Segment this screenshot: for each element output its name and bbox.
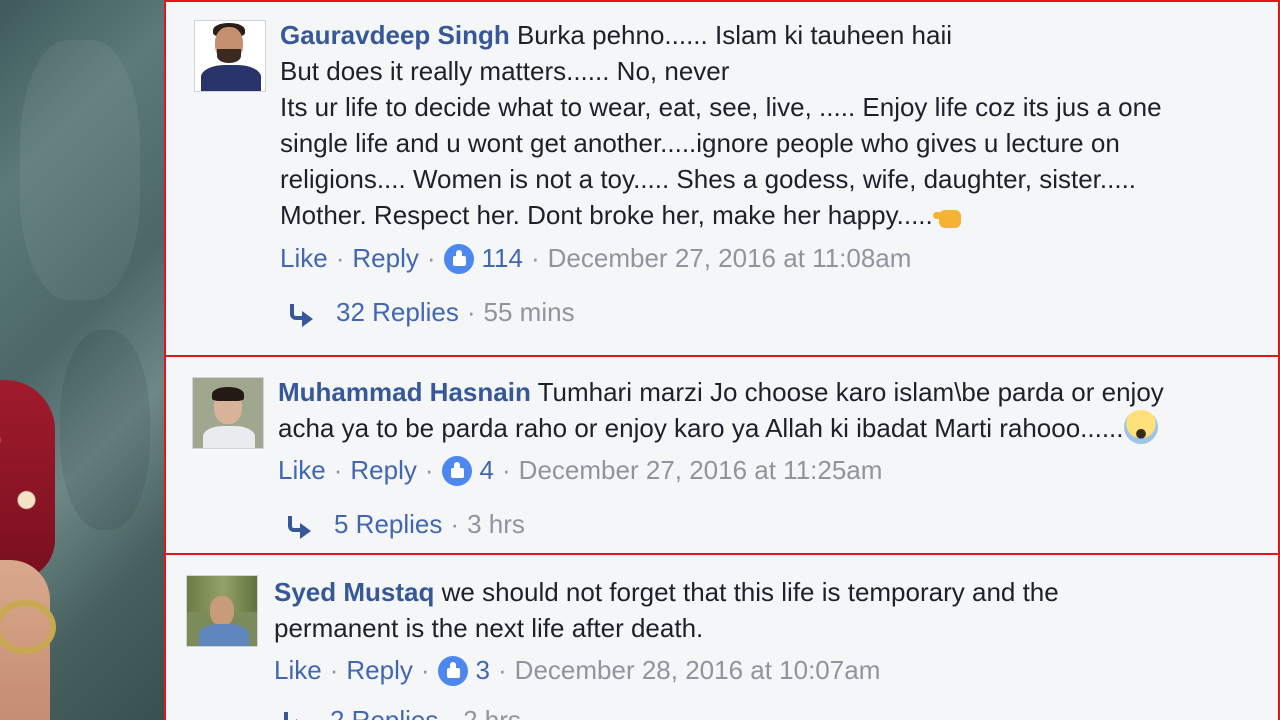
author-name[interactable]: Syed Mustaq [274,577,434,607]
comment-line: single life and u wont get another.....i… [280,128,1120,158]
comment-line: acha ya to be parda raho or enjoy karo y… [278,410,1258,446]
like-reaction-icon[interactable] [437,655,468,686]
replies-time: 2 hrs [463,705,521,720]
comment-text: Syed Mustaq we should not forget that th… [274,574,1254,646]
author-name[interactable]: Gauravdeep Singh [280,20,510,50]
comment-line-text: Mother. Respect her. Dont broke her, mak… [280,200,933,230]
comment-line: But does it really matters...... No, nev… [280,56,730,86]
separator: · [329,655,339,685]
avatar[interactable] [194,20,266,92]
view-replies-link[interactable]: 5 Replies · 3 hrs [286,509,525,540]
comment-line: permanent is the next life after death. [274,613,704,643]
reply-arrow-icon [288,302,314,327]
comment-actions: Like · Reply · 114 · December 27, 2016 a… [280,243,911,274]
comment-line-text: we should not forget that this life is t… [441,577,1059,607]
comment-timestamp[interactable]: December 27, 2016 at 11:08am [548,243,912,274]
avatar[interactable] [186,575,258,647]
separator: · [446,705,456,720]
like-count[interactable]: 4 [480,455,494,486]
reply-button[interactable]: Reply [350,455,416,486]
separator: · [466,297,476,327]
separator: · [502,455,511,485]
separator: · [333,455,343,485]
separator: · [426,243,436,273]
screaming-face-icon [1123,410,1158,444]
comment-line-text: Tumhari marzi Jo choose karo islam\be pa… [537,377,1164,407]
replies-time: 55 mins [483,297,575,327]
replies-count[interactable]: 5 Replies [334,509,442,540]
author-name[interactable]: Muhammad Hasnain [278,377,531,407]
reply-arrow-icon [286,514,312,539]
separator: · [335,243,345,273]
view-replies-link[interactable]: 32 Replies · 55 mins [288,297,575,328]
like-reaction-icon[interactable] [443,243,474,274]
reply-button[interactable]: Reply [352,243,418,274]
comment-line: Muhammad Hasnain Tumhari marzi Jo choose… [278,374,1258,410]
separator: · [530,243,540,273]
like-button[interactable]: Like [278,455,326,486]
comment-timestamp[interactable]: December 27, 2016 at 11:25am [519,455,883,486]
replies-count[interactable]: 32 Replies [336,297,459,328]
comment-timestamp[interactable]: December 28, 2016 at 10:07am [515,655,881,686]
replies-count[interactable]: 2 Replies [330,705,438,720]
comment-actions: Like · Reply · 3 · December 28, 2016 at … [274,655,880,686]
like-reaction-icon[interactable] [441,455,472,486]
separator: · [498,655,507,685]
like-count[interactable]: 3 [476,655,490,686]
separator: · [424,455,434,485]
comment-line: religions.... Women is not a toy..... Sh… [280,164,1137,194]
comment-line: Its ur life to decide what to wear, eat,… [280,92,1162,122]
comment-line: Gauravdeep Singh Burka pehno...... Islam… [280,17,1260,53]
comments-panel: Gauravdeep Singh Burka pehno...... Islam… [164,0,1280,720]
pointing-hand-icon [932,198,963,230]
view-replies-link[interactable]: 2 Replies · 2 hrs [282,705,521,720]
like-button[interactable]: Like [274,655,322,686]
avatar[interactable] [192,377,264,449]
comment-text: Gauravdeep Singh Burka pehno...... Islam… [280,17,1260,233]
separator: · [420,655,430,685]
comment-line: Syed Mustaq we should not forget that th… [274,574,1254,610]
comment-text: Muhammad Hasnain Tumhari marzi Jo choose… [278,374,1258,446]
like-count[interactable]: 114 [482,243,523,274]
reply-button[interactable]: Reply [346,655,412,686]
comment-actions: Like · Reply · 4 · December 27, 2016 at … [278,455,882,486]
comment-line: Mother. Respect her. Dont broke her, mak… [280,197,1260,233]
reply-arrow-icon [282,710,308,720]
separator: · [450,509,460,539]
like-button[interactable]: Like [280,243,328,274]
comment-line-text: Burka pehno...... Islam ki tauheen haii [516,20,952,50]
background-photo [0,0,164,720]
replies-time: 3 hrs [467,509,525,539]
comment-line-text: acha ya to be parda raho or enjoy karo y… [278,413,1124,443]
